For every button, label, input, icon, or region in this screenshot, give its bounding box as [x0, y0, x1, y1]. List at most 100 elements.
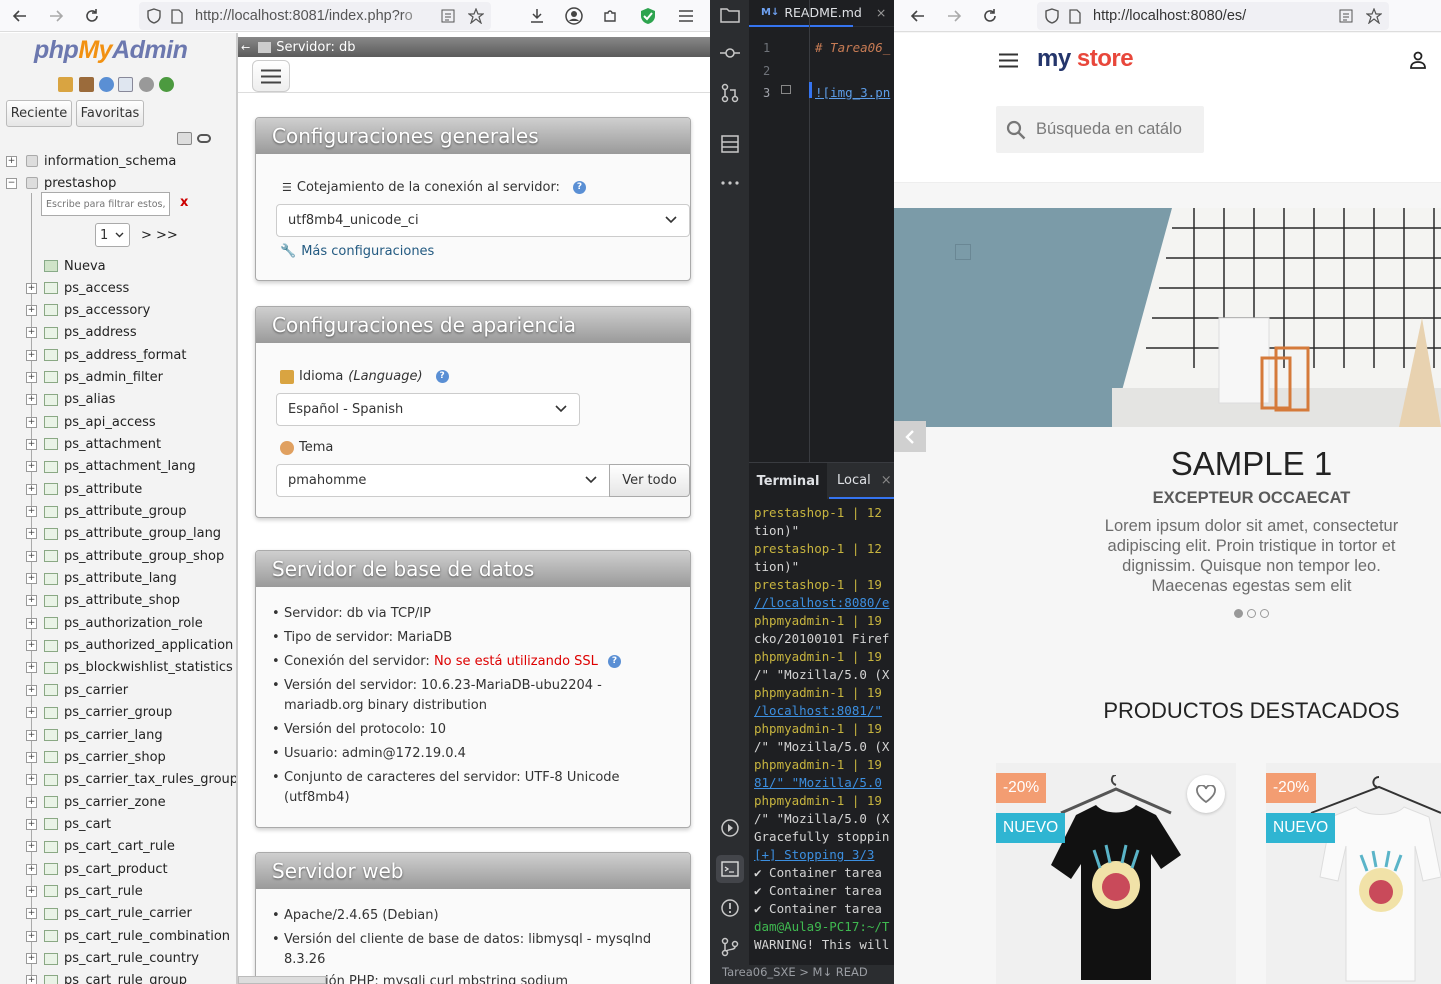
expand-icon[interactable]: + [26, 461, 37, 473]
logout-icon[interactable] [79, 77, 94, 92]
hamburger-menu-icon[interactable] [999, 53, 1018, 68]
docs-icon[interactable] [118, 77, 133, 92]
expand-icon[interactable]: + [26, 818, 37, 830]
expand-icon[interactable]: + [26, 684, 37, 696]
bookmark-star-icon[interactable] [1362, 4, 1386, 28]
settings-gear-icon[interactable] [139, 77, 154, 92]
home-icon[interactable] [58, 77, 73, 92]
expand-icon[interactable]: + [26, 506, 37, 517]
page-select[interactable]: 1 [95, 223, 130, 247]
wishlist-heart-icon[interactable] [1187, 775, 1225, 813]
console-bar[interactable] [238, 976, 326, 984]
local-terminal-tab[interactable]: Local × [829, 463, 894, 499]
help-icon[interactable]: ? [435, 370, 449, 383]
expand-icon[interactable]: + [26, 483, 37, 495]
expand-icon[interactable]: + [26, 617, 37, 629]
expand-icon[interactable]: + [26, 863, 37, 875]
menu-icon[interactable] [674, 4, 698, 28]
pma-logo[interactable]: phpMyAdmin [34, 36, 188, 65]
user-account-icon[interactable] [1409, 51, 1427, 69]
slider-dot[interactable] [1260, 609, 1269, 618]
product-card[interactable]: -20% NUEVO [1266, 763, 1441, 984]
product-card[interactable]: -20% NUEVO [996, 763, 1236, 984]
expand-icon[interactable]: + [26, 908, 37, 920]
collapse-icon[interactable]: − [6, 177, 17, 189]
collapse-all-icon[interactable] [177, 132, 192, 145]
slider-dot-active[interactable] [1234, 609, 1243, 618]
forward-icon[interactable] [44, 4, 68, 28]
expand-icon[interactable]: + [26, 975, 37, 984]
extensions-icon[interactable] [598, 4, 622, 28]
help-icon[interactable]: ? [608, 655, 622, 668]
download-icon[interactable] [525, 4, 549, 28]
status-bar[interactable]: Tarea06_SXE > M↓ READ [710, 965, 894, 984]
expand-icon[interactable]: + [26, 751, 37, 763]
expand-icon[interactable]: + [6, 155, 17, 167]
expand-icon[interactable]: + [26, 327, 37, 339]
collation-select[interactable]: utf8mb4_unicode_ci [276, 204, 690, 237]
more-icon[interactable] [719, 172, 741, 194]
expand-icon[interactable]: + [26, 662, 37, 674]
collapse-arrow-icon[interactable]: ← [241, 41, 250, 54]
expand-icon[interactable]: + [26, 438, 37, 450]
expand-icon[interactable]: + [26, 640, 37, 652]
catalog-search-input[interactable]: Búsqueda en catálo [996, 106, 1204, 153]
server-breadcrumb[interactable]: Servidor: db [276, 40, 355, 55]
back-icon[interactable] [8, 4, 32, 28]
expand-icon[interactable]: + [26, 930, 37, 942]
tab-close-icon[interactable]: × [876, 5, 886, 20]
reader-view-icon[interactable] [1334, 4, 1358, 28]
tab-recent[interactable]: Reciente [6, 100, 72, 127]
expand-icon[interactable]: + [26, 774, 37, 786]
slider-dot[interactable] [1247, 609, 1256, 618]
expand-icon[interactable]: + [26, 841, 37, 853]
reload-icon[interactable] [978, 4, 1002, 28]
expand-icon[interactable]: + [26, 729, 37, 741]
pull-request-icon[interactable] [719, 82, 741, 104]
clear-filter-button[interactable]: x [180, 195, 188, 210]
terminal-output[interactable]: prestashop-1 | 12 tion)" prestashop-1 | 12… [710, 504, 894, 964]
expand-icon[interactable]: + [26, 371, 37, 383]
adblock-shield-icon[interactable] [636, 4, 660, 28]
forward-icon[interactable] [942, 4, 966, 28]
more-settings-link[interactable]: 🔧 Más configuraciones [280, 244, 434, 259]
tab-close-icon[interactable]: × [881, 473, 892, 488]
commit-icon[interactable] [719, 42, 741, 64]
expand-icon[interactable]: + [26, 550, 37, 562]
expand-icon[interactable]: + [26, 416, 37, 428]
folder-icon[interactable] [719, 4, 741, 26]
tab-favorites[interactable]: Favoritas [76, 100, 144, 127]
link-icon[interactable] [197, 134, 211, 143]
slider-prev-button[interactable] [894, 421, 926, 452]
hero-slide-image[interactable] [894, 208, 1441, 427]
back-icon[interactable] [906, 4, 930, 28]
table-filter-input[interactable] [41, 192, 170, 216]
expand-icon[interactable]: + [26, 304, 37, 316]
help-icon[interactable]: ? [572, 181, 586, 194]
reload-icon[interactable] [80, 4, 104, 28]
account-icon[interactable] [562, 4, 586, 28]
view-all-themes-button[interactable]: Ver todo [609, 464, 690, 497]
expand-icon[interactable]: + [26, 394, 37, 406]
theme-select[interactable]: pmahomme [276, 464, 610, 497]
expand-icon[interactable]: + [26, 528, 37, 540]
expand-icon[interactable]: + [26, 573, 37, 585]
expand-icon[interactable]: + [26, 707, 37, 719]
editor-code[interactable]: # Tarea06_ ![img_3.pn [815, 37, 890, 105]
expand-icon[interactable]: + [26, 953, 37, 964]
expand-icon[interactable]: + [26, 796, 37, 808]
structure-icon[interactable] [719, 133, 741, 155]
refresh-icon[interactable] [159, 77, 174, 92]
hamburger-menu-button[interactable] [252, 60, 290, 92]
language-select[interactable]: Español - Spanish [276, 393, 580, 426]
expand-icon[interactable]: + [26, 885, 37, 897]
readme-tab[interactable]: M↓ README.md × [749, 0, 886, 27]
expand-icon[interactable]: + [26, 595, 37, 607]
bookmark-star-icon[interactable] [464, 4, 488, 28]
help-icon[interactable] [99, 77, 114, 92]
next-page-link[interactable]: > >> [141, 228, 178, 243]
terminal-tab[interactable]: Terminal [749, 463, 827, 499]
store-logo[interactable]: my store [1037, 45, 1134, 73]
expand-icon[interactable]: + [26, 282, 37, 294]
expand-icon[interactable]: + [26, 349, 37, 361]
